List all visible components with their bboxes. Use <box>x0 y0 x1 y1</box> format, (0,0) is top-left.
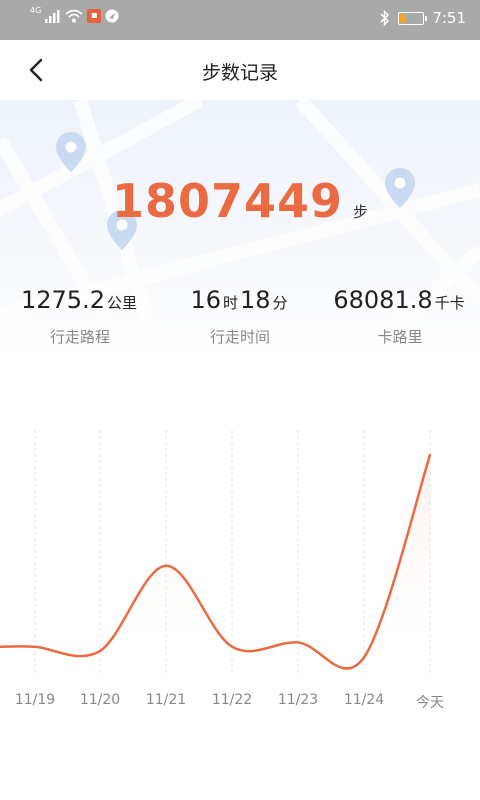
bluetooth-icon <box>380 10 390 26</box>
distance-value-row: 1275.2 公里 <box>0 286 160 314</box>
x-axis-label[interactable]: 11/23 <box>278 692 318 708</box>
duration-label: 行走时间 <box>209 328 270 346</box>
app-bar: 步数记录 <box>0 40 480 100</box>
steps-trend-chart-svg <box>0 430 432 675</box>
signal-icon <box>45 10 60 23</box>
battery-icon <box>398 11 428 25</box>
location-icon <box>105 9 119 23</box>
calories-value-row: 68081.8 千卡 <box>320 286 480 314</box>
calories-stat: 68081.8 千卡 卡路里 <box>320 286 480 347</box>
network-type: 4G <box>30 6 42 15</box>
duration-hours-unit: 时 <box>222 294 238 312</box>
total-steps: 1807449 步 <box>0 174 480 228</box>
duration-minutes-unit: 分 <box>272 294 288 312</box>
duration-minutes: 18 <box>240 286 271 314</box>
status-right-icons: 7:51 <box>380 9 466 27</box>
duration-hours: 16 <box>190 286 221 314</box>
stats-row: 1275.2 公里 行走路程 16 时18 分 行走时间 68081.8 千卡 卡路里 <box>0 286 480 347</box>
distance-unit: 公里 <box>106 294 137 312</box>
x-axis-label[interactable]: 11/22 <box>212 692 252 708</box>
distance-value: 1275.2 <box>21 286 105 314</box>
duration-value-row: 16 时18 分 <box>160 286 320 314</box>
status-left-icons: 4G ▪ <box>30 6 119 23</box>
x-axis-label[interactable]: 11/19 <box>15 692 55 708</box>
x-axis-label[interactable]: 今天 <box>416 692 444 712</box>
distance-label: 行走路程 <box>49 328 110 346</box>
x-axis-label[interactable]: 11/21 <box>146 692 186 708</box>
map-pin-icon <box>56 132 86 172</box>
calories-label: 卡路里 <box>377 328 423 346</box>
calories-unit: 千卡 <box>434 294 465 312</box>
x-axis-label[interactable]: 11/20 <box>80 692 120 708</box>
steps-area-fill <box>0 455 430 669</box>
total-steps-unit: 步 <box>353 203 369 221</box>
battery-level-fill <box>400 13 406 23</box>
duration-stat: 16 时18 分 行走时间 <box>160 286 320 347</box>
calories-value: 68081.8 <box>333 286 433 314</box>
total-steps-value: 1807449 <box>111 174 344 228</box>
wifi-icon <box>65 9 83 23</box>
x-axis-label[interactable]: 11/24 <box>344 692 384 708</box>
notification-icon: ▪ <box>87 9 102 23</box>
status-bar: 4G ▪ 7:51 <box>0 0 480 40</box>
clock-time: 7:51 <box>432 9 466 27</box>
distance-stat: 1275.2 公里 行走路程 <box>0 286 160 347</box>
page-title: 步数记录 <box>201 62 278 84</box>
steps-trend-chart: 11/19 11/20 11/21 11/22 11/23 11/24 今天 <box>0 420 480 730</box>
